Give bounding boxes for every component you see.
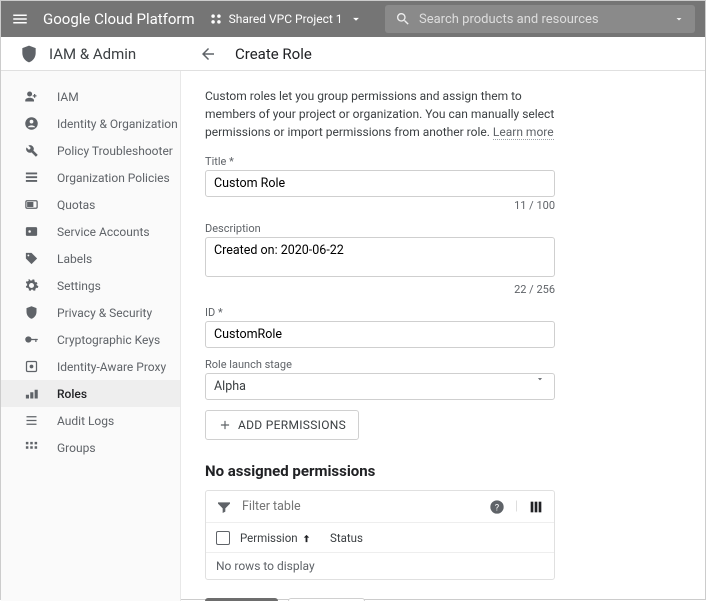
sidebar-item-organization-policies[interactable]: Organization Policies	[1, 164, 180, 191]
add-permissions-button[interactable]: ADD PERMISSIONS	[205, 410, 359, 440]
sidebar-item-label: Identity-Aware Proxy	[57, 360, 166, 374]
col-permission[interactable]: Permission	[240, 531, 320, 545]
back-icon[interactable]	[199, 45, 217, 63]
person-add-icon	[23, 89, 39, 105]
sidebar-item-roles[interactable]: Roles	[1, 380, 180, 407]
sidebar: IAM Identity & Organization Policy Trouble…	[1, 71, 181, 601]
title-input[interactable]	[205, 170, 555, 197]
id-label: ID *	[205, 306, 555, 319]
menu-icon[interactable]	[11, 10, 29, 28]
sidebar-item-label: Organization Policies	[57, 171, 170, 185]
sidebar-item-policy-troubleshooter[interactable]: Policy Troubleshooter	[1, 137, 180, 164]
sidebar-item-iam[interactable]: IAM	[1, 83, 180, 110]
sidebar-item-label: Groups	[57, 441, 96, 455]
title-count: 11 / 100	[205, 199, 555, 212]
id-input[interactable]	[205, 321, 555, 348]
sidebar-item-label: Roles	[57, 387, 87, 401]
filter-input[interactable]	[242, 499, 479, 514]
sidebar-item-label: Cryptographic Keys	[57, 333, 160, 347]
no-permissions-heading: No assigned permissions	[205, 462, 681, 480]
sidebar-item-label: Labels	[57, 252, 92, 266]
sidebar-item-audit-logs[interactable]: Audit Logs	[1, 407, 180, 434]
sidebar-item-identity-organization[interactable]: Identity & Organization	[1, 110, 180, 137]
shield-icon	[23, 305, 39, 321]
caret-down-icon	[349, 12, 363, 26]
sidebar-item-label: Quotas	[57, 198, 95, 212]
project-name: Shared VPC Project 1	[229, 12, 343, 26]
sidebar-item-label: Privacy & Security	[57, 306, 152, 320]
sidebar-item-labels[interactable]: Labels	[1, 245, 180, 272]
page-title: Create Role	[235, 45, 312, 63]
sidebar-item-cryptographic-keys[interactable]: Cryptographic Keys	[1, 326, 180, 353]
desc-count: 22 / 256	[205, 283, 555, 296]
key-icon	[23, 332, 39, 348]
tag-icon	[23, 251, 39, 267]
logs-icon	[23, 413, 39, 429]
select-all-checkbox[interactable]	[216, 531, 230, 545]
filter-icon[interactable]	[216, 499, 232, 515]
empty-row: No rows to display	[206, 553, 554, 579]
gear-icon	[23, 278, 39, 294]
sidebar-item-label: IAM	[57, 90, 79, 104]
sidebar-item-identity-aware-proxy[interactable]: Identity-Aware Proxy	[1, 353, 180, 380]
stage-label: Role launch stage	[205, 358, 555, 371]
search-icon	[395, 11, 411, 27]
sidebar-item-label: Service Accounts	[57, 225, 150, 239]
quota-icon	[23, 197, 39, 213]
sidebar-item-groups[interactable]: Groups	[1, 434, 180, 461]
permissions-table: ? | Permission Status No rows to display	[205, 490, 555, 580]
iap-icon	[23, 359, 39, 375]
search-bar[interactable]	[385, 5, 695, 33]
desc-label: Description	[205, 222, 555, 235]
intro-text: Custom roles let you group permissions a…	[205, 87, 565, 141]
sidebar-item-label: Identity & Organization	[57, 117, 178, 131]
section-title: IAM & Admin	[49, 45, 136, 63]
caret-down-icon[interactable]	[673, 13, 685, 25]
search-input[interactable]	[419, 12, 673, 27]
badge-icon	[23, 224, 39, 240]
shield-icon	[19, 44, 39, 64]
sidebar-item-quotas[interactable]: Quotas	[1, 191, 180, 218]
caret-down-icon	[535, 374, 545, 384]
help-icon[interactable]: ?	[489, 499, 505, 515]
wrench-icon	[23, 143, 39, 159]
learn-more-link[interactable]: Learn more	[493, 125, 554, 140]
project-picker[interactable]: Shared VPC Project 1	[209, 12, 363, 26]
plus-icon	[218, 418, 232, 432]
groups-icon	[23, 440, 39, 456]
sidebar-item-privacy-security[interactable]: Privacy & Security	[1, 299, 180, 326]
sidebar-item-settings[interactable]: Settings	[1, 272, 180, 299]
brand: Google Cloud Platform	[43, 10, 195, 28]
sidebar-item-service-accounts[interactable]: Service Accounts	[1, 218, 180, 245]
svg-text:?: ?	[495, 502, 500, 513]
col-status[interactable]: Status	[330, 531, 363, 545]
account-circle-icon	[23, 116, 39, 132]
sidebar-item-label: Settings	[57, 279, 101, 293]
stage-select[interactable]: Alpha	[205, 373, 555, 400]
list-icon	[23, 170, 39, 186]
sort-asc-icon	[301, 533, 312, 544]
sidebar-item-label: Policy Troubleshooter	[57, 144, 173, 158]
sidebar-item-label: Audit Logs	[57, 414, 114, 428]
title-label: Title *	[205, 155, 555, 168]
columns-icon[interactable]	[528, 499, 544, 515]
desc-input[interactable]	[205, 237, 555, 277]
roles-icon	[23, 386, 39, 402]
